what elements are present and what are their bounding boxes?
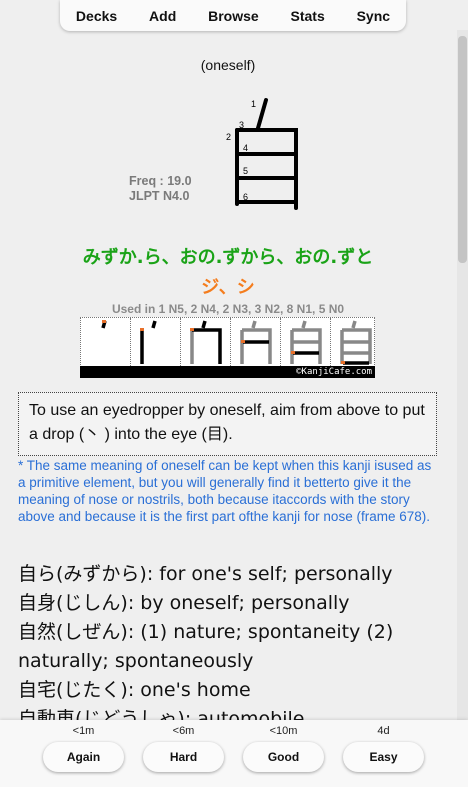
answer-easy: 4d Easy bbox=[343, 720, 424, 772]
again-button[interactable]: Again bbox=[43, 742, 124, 772]
stroke-number-2: 2 bbox=[226, 132, 231, 142]
stroke-number-6: 6 bbox=[243, 192, 248, 202]
nav-sync[interactable]: Sync bbox=[353, 8, 394, 24]
stroke-frame-2 bbox=[131, 318, 181, 366]
vocab-list: 自ら(みずから): for one's self; personally 自身(… bbox=[18, 560, 448, 720]
hard-button[interactable]: Hard bbox=[143, 742, 224, 772]
nav-decks[interactable]: Decks bbox=[72, 8, 121, 24]
vocab-item: 自身(じしん): by oneself; personally bbox=[18, 592, 350, 614]
usage-stats: Used in 1 N5, 2 N4, 2 N3, 3 N2, 8 N1, 5 … bbox=[111, 302, 345, 316]
easy-button[interactable]: Easy bbox=[343, 742, 424, 772]
easy-interval: 4d bbox=[377, 725, 390, 737]
stroke-frame-5 bbox=[281, 318, 331, 366]
mnemonic-story: To use an eyedropper by oneself, aim fro… bbox=[18, 392, 437, 456]
stroke-copyright: ©KanjiCafe.com bbox=[80, 366, 375, 378]
stroke-frame-4 bbox=[231, 318, 281, 366]
top-nav: Decks Add Browse Stats Sync bbox=[60, 0, 406, 31]
vocab-item: 自動車(じどうしゃ): automobile bbox=[18, 708, 305, 720]
jlpt-label: JLPT N4.0 bbox=[129, 189, 190, 203]
hard-interval: <6m bbox=[172, 725, 195, 737]
frequency-info: Freq : 19.0 JLPT N4.0 bbox=[129, 174, 192, 204]
stroke-number-1: 1 bbox=[251, 99, 256, 109]
kanji-stroke-diagram: 1 2 3 4 5 6 bbox=[226, 98, 298, 210]
nav-stats[interactable]: Stats bbox=[287, 8, 329, 24]
answer-good: <10m Good bbox=[243, 720, 324, 772]
vocab-item: 自宅(じたく): one's home bbox=[18, 679, 251, 701]
stroke-frame-1 bbox=[81, 318, 131, 366]
kun-reading: みずか.ら、おの.ずから、おの.ずと bbox=[82, 247, 374, 268]
good-button[interactable]: Good bbox=[243, 742, 324, 772]
answer-bar: <1m Again <6m Hard <10m Good 4d Easy bbox=[0, 720, 468, 787]
nav-add[interactable]: Add bbox=[145, 8, 180, 24]
again-interval: <1m bbox=[72, 725, 95, 737]
scrollbar-thumb[interactable] bbox=[458, 36, 467, 263]
stroke-frame-6 bbox=[331, 318, 380, 366]
stroke-number-5: 5 bbox=[243, 166, 248, 176]
on-reading: ジ、シ bbox=[201, 277, 255, 298]
stroke-order-strip: ©KanjiCafe.com bbox=[80, 317, 375, 378]
nav-browse[interactable]: Browse bbox=[204, 8, 263, 24]
stroke-1 bbox=[256, 98, 268, 130]
vocab-item: 自然(しぜん): (1) nature; spontaneity (2) nat… bbox=[18, 621, 394, 672]
stroke-number-3: 3 bbox=[239, 120, 244, 130]
good-interval: <10m bbox=[269, 725, 298, 737]
vocab-item: 自ら(みずから): for one's self; personally bbox=[18, 563, 393, 585]
kanji-meaning: (oneself) bbox=[200, 57, 256, 73]
stroke-frame-3 bbox=[181, 318, 231, 366]
card-content: (oneself) 1 2 3 4 5 6 Freq : 19.0 JLPT N… bbox=[0, 0, 456, 720]
stroke-number-4: 4 bbox=[243, 143, 248, 153]
primitive-note: * The same meaning of oneself can be kep… bbox=[18, 458, 432, 524]
answer-hard: <6m Hard bbox=[143, 720, 224, 772]
freq-label: Freq : 19.0 bbox=[129, 174, 192, 188]
answer-again: <1m Again bbox=[43, 720, 124, 772]
